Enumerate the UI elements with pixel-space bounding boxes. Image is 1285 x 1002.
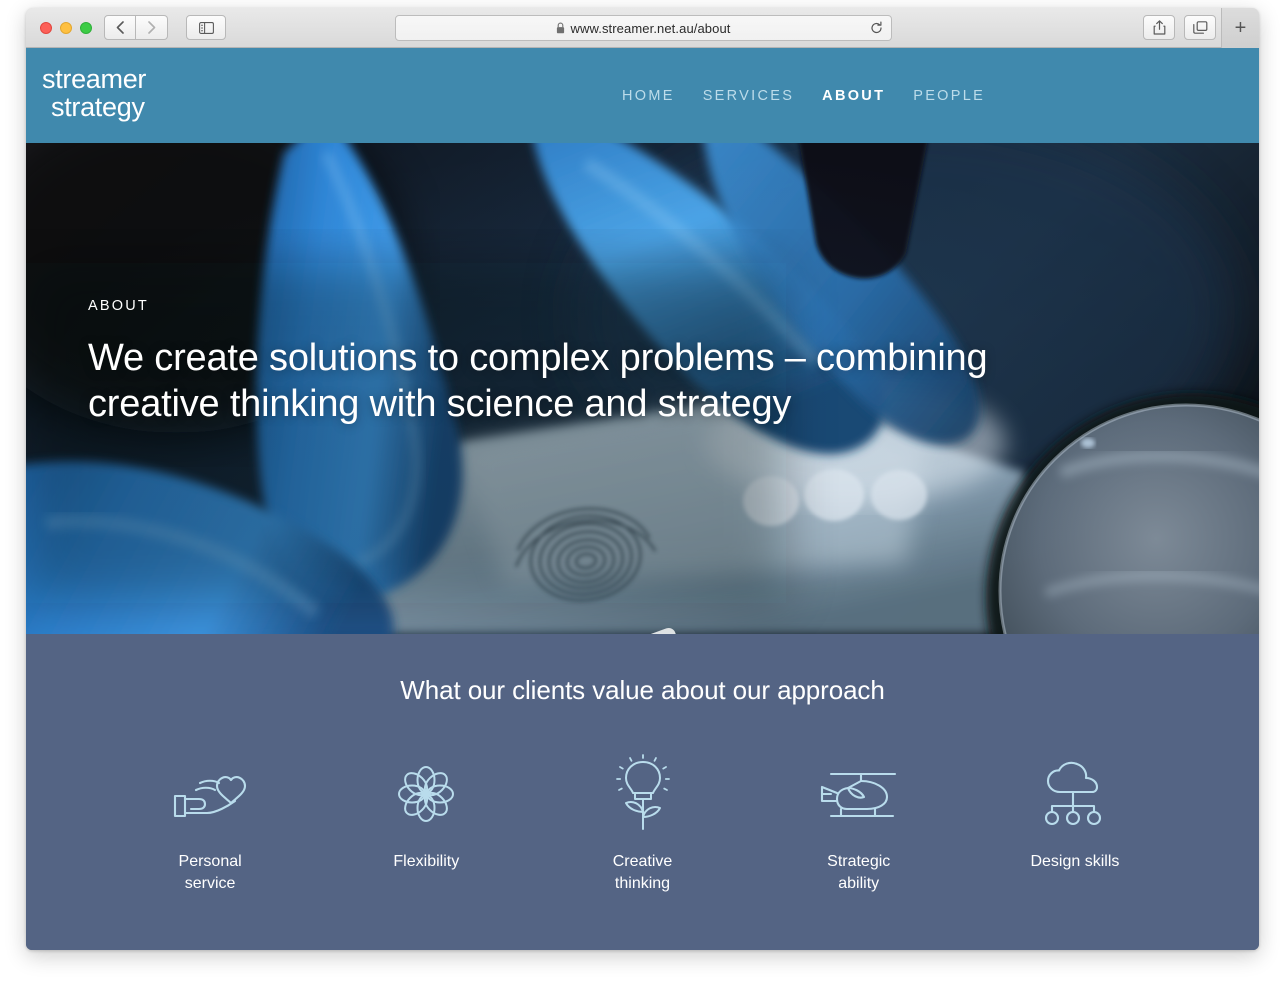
maximize-window-button[interactable] — [80, 22, 92, 34]
flower-rosette-icon — [393, 753, 459, 835]
tab-overview-icon — [1192, 20, 1207, 34]
tab-overview-button[interactable] — [1184, 15, 1216, 40]
site-logo[interactable]: streamer strategy — [42, 64, 147, 122]
value-label: Flexibility — [393, 853, 460, 870]
values-heading: What our clients value about our approac… — [400, 675, 885, 705]
nav-item-services[interactable]: SERVICES — [703, 88, 822, 104]
page-viewport: streamer strategy HOME SERVICES ABOUT PE… — [26, 48, 1259, 950]
helicopter-icon — [817, 753, 901, 835]
chevron-right-icon — [147, 21, 155, 34]
browser-window: www.streamer.net.au/about + streamer str… — [26, 8, 1259, 950]
minimize-window-button[interactable] — [60, 22, 72, 34]
toolbar-right-buttons — [1143, 15, 1216, 40]
hand-holding-heart-icon — [172, 753, 248, 835]
hero-section: SATINO o/7i/t M50 — [26, 143, 1259, 634]
value-item-flexibility[interactable]: Flexibility — [318, 753, 534, 895]
value-label: Design skills — [1030, 853, 1120, 870]
main-navigation: HOME SERVICES ABOUT PEOPLE — [622, 88, 985, 104]
navigation-buttons — [104, 15, 168, 40]
lock-icon — [557, 22, 565, 34]
forward-button[interactable] — [136, 15, 168, 40]
value-item-design-skills[interactable]: Design skills — [967, 753, 1183, 895]
nav-item-people[interactable]: PEOPLE — [913, 88, 985, 104]
hero-eyebrow: ABOUT — [88, 298, 149, 314]
hero-content: ABOUT We create solutions to complex pro… — [88, 298, 1128, 428]
site-header: streamer strategy HOME SERVICES ABOUT PE… — [26, 48, 1259, 143]
value-item-strategic-ability[interactable]: Strategic ability — [751, 753, 967, 895]
url-text: www.streamer.net.au/about — [570, 20, 731, 36]
nav-item-home[interactable]: HOME — [622, 88, 703, 104]
sidebar-icon — [198, 21, 214, 34]
value-label: Strategic ability — [827, 853, 891, 892]
hero-title: We create solutions to complex problems … — [88, 337, 988, 425]
cloud-network-icon — [1039, 753, 1111, 835]
reload-icon — [871, 21, 882, 34]
value-item-personal-service[interactable]: Personal service — [102, 753, 318, 895]
logo-line-one: streamer — [42, 64, 147, 94]
window-controls — [40, 22, 92, 34]
new-tab-button[interactable]: + — [1221, 8, 1259, 48]
address-bar[interactable]: www.streamer.net.au/about — [395, 15, 892, 41]
browser-toolbar: www.streamer.net.au/about + — [26, 8, 1259, 48]
value-item-creative-thinking[interactable]: Creative thinking — [534, 753, 750, 895]
sidebar-toggle-button[interactable] — [186, 15, 226, 40]
values-section: What our clients value about our approac… — [26, 634, 1259, 950]
value-label: Creative thinking — [612, 853, 673, 892]
close-window-button[interactable] — [40, 22, 52, 34]
nav-item-about[interactable]: ABOUT — [822, 88, 913, 104]
lightbulb-plant-icon — [612, 753, 674, 835]
url-display: www.streamer.net.au/about — [556, 21, 730, 36]
reload-button[interactable] — [870, 21, 883, 35]
values-grid: Personal service Flexibility Creative th… — [26, 753, 1259, 895]
logo-line-two: strategy — [51, 91, 145, 122]
chevron-left-icon — [116, 21, 124, 34]
share-icon — [1153, 20, 1165, 35]
share-button[interactable] — [1143, 15, 1175, 40]
value-label: Personal service — [178, 853, 242, 892]
back-button[interactable] — [104, 15, 136, 40]
